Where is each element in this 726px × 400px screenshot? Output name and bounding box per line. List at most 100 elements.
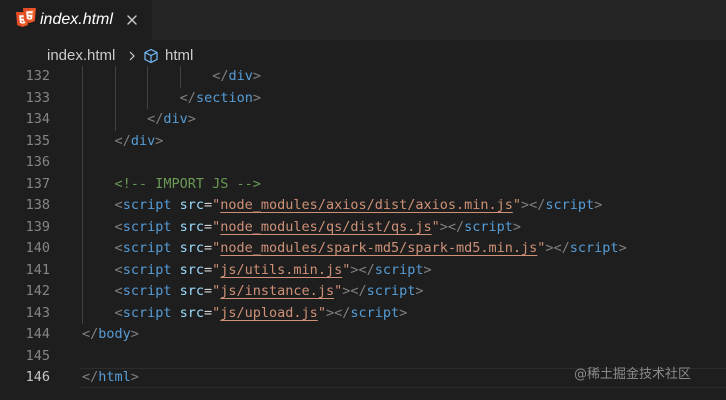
- code-text: <script src="js/instance.js"></script>: [115, 281, 424, 303]
- token-punc: </: [212, 68, 229, 84]
- code-line[interactable]: 140 <script src="node_modules/spark-md5/s…: [0, 238, 726, 260]
- code-line[interactable]: 134 </div>: [0, 109, 726, 131]
- token-str: ": [512, 197, 522, 213]
- token-link: js/upload.js: [220, 304, 318, 321]
- token-punc: <: [114, 283, 123, 299]
- close-icon[interactable]: [124, 12, 140, 28]
- token-punc: >: [399, 304, 408, 321]
- token-text: =: [204, 283, 213, 299]
- token-punc: <: [114, 240, 123, 256]
- token-text: =: [204, 218, 213, 235]
- token-punc: </: [82, 369, 99, 385]
- code-text: </div>: [115, 131, 164, 153]
- code-line[interactable]: 145: [0, 346, 726, 368]
- token-punc: >: [618, 240, 627, 256]
- token-punc: >: [415, 283, 424, 299]
- code-line[interactable]: 139 <script src="node_modules/qs/dist/qs.…: [0, 217, 726, 239]
- indent-guide: [82, 66, 83, 324]
- line-number: 146: [25, 369, 50, 385]
- token-punc: >: [594, 197, 603, 213]
- watermark: @稀土掘金技术社区: [574, 367, 692, 382]
- code-line[interactable]: 132 </div>: [0, 66, 726, 88]
- token-text: =: [204, 304, 213, 321]
- token-punc: >: [423, 261, 432, 278]
- token-tag: script: [122, 197, 172, 213]
- token-tag: body: [98, 326, 131, 342]
- token-punc: ></: [342, 283, 367, 299]
- token-tag: script: [122, 261, 172, 278]
- breadcrumb-file[interactable]: index.html: [47, 46, 115, 66]
- token-tag: div: [228, 68, 253, 84]
- token-text: =: [204, 240, 213, 256]
- token-text: =: [204, 261, 213, 278]
- token-punc: >: [187, 111, 196, 127]
- line-number: 142: [25, 283, 50, 299]
- token-attr: src: [179, 218, 204, 235]
- token-attr: src: [179, 261, 204, 278]
- line-number: 144: [25, 326, 50, 342]
- token-tag: div: [163, 111, 188, 127]
- html5-icon: [23, 8, 36, 23]
- token-str: ": [431, 218, 440, 235]
- tab-title: index.html: [40, 11, 113, 28]
- code-line[interactable]: 137 <!-- IMPORT JS -->: [0, 174, 726, 196]
- code-line[interactable]: 143 <script src="js/upload.js"></script>: [0, 303, 726, 325]
- token-punc: </: [179, 89, 196, 106]
- token-punc: </: [82, 326, 99, 342]
- code-text: <script src="node_modules/axios/dist/axi…: [115, 195, 603, 217]
- line-number: 145: [25, 347, 50, 364]
- code-text: </div>: [212, 66, 261, 88]
- code-text: <!-- IMPORT JS -->: [115, 174, 261, 196]
- token-tag: script: [545, 197, 595, 213]
- indent-guide: [114, 66, 116, 131]
- token-tag: section: [195, 89, 253, 106]
- code-line[interactable]: 138 <script src="node_modules/axios/dist/…: [0, 195, 726, 217]
- token-tag: script: [366, 283, 416, 299]
- line-number: 143: [25, 304, 50, 321]
- cube-icon: [144, 48, 158, 64]
- token-attr: src: [179, 283, 204, 299]
- breadcrumb-symbol[interactable]: html: [165, 46, 193, 66]
- token-tag: div: [130, 132, 156, 149]
- code-line[interactable]: 144 </body>: [0, 324, 726, 346]
- line-number: 134: [25, 111, 50, 127]
- code-line[interactable]: 135 </div>: [0, 131, 726, 153]
- token-link: node_modules/qs/dist/qs.js: [220, 218, 432, 235]
- token-text: =: [204, 197, 213, 213]
- token-link: js/instance.js: [220, 283, 335, 299]
- line-number: 135: [25, 132, 50, 149]
- code-line[interactable]: 141 <script src="js/utils.min.js"></scrip…: [0, 260, 726, 282]
- token-attr: src: [179, 304, 204, 321]
- indent-guide: [179, 66, 181, 88]
- token-tag: script: [122, 304, 172, 321]
- code-text: <script src="js/utils.min.js"></script>: [115, 260, 432, 282]
- token-str: ": [317, 304, 326, 321]
- code-text: <script src="node_modules/spark-md5/spar…: [115, 238, 627, 260]
- token-punc: >: [512, 218, 522, 235]
- code-text: </section>: [180, 88, 261, 110]
- code-text: </html>: [82, 367, 139, 389]
- editor-tab-bar: index.html: [0, 0, 726, 40]
- token-punc: >: [130, 326, 139, 342]
- token-punc: <: [114, 218, 123, 235]
- token-punc: </: [114, 132, 131, 149]
- token-link: node_modules/axios/dist/axios.min.js: [220, 197, 513, 213]
- token-punc: >: [252, 68, 262, 84]
- line-number: 138: [25, 197, 50, 213]
- token-punc: ></: [545, 240, 570, 256]
- line-number: 137: [25, 175, 50, 192]
- code-editor[interactable]: 132 </div> 133 </section> 134 </div> 135 </div>…: [0, 66, 726, 400]
- code-line[interactable]: 142 <script src="js/instance.js"></script…: [0, 281, 726, 303]
- code-line[interactable]: 133 </section>: [0, 88, 726, 110]
- token-tag: script: [122, 283, 172, 299]
- token-punc: ></: [325, 304, 351, 321]
- token-punc: ></: [521, 197, 546, 213]
- code-line[interactable]: 136: [0, 152, 726, 174]
- token-str: ": [334, 283, 343, 299]
